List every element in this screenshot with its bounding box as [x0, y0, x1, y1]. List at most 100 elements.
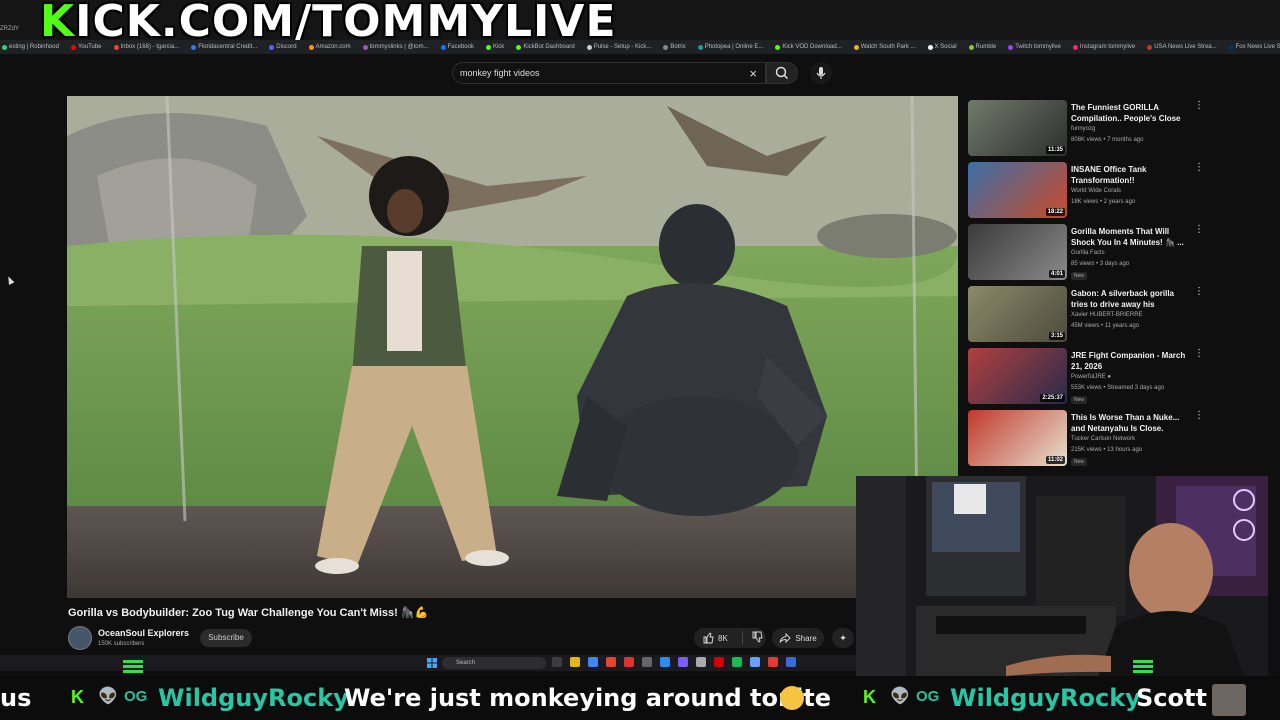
bookmark-item[interactable]: Watch South Park ...	[853, 44, 916, 50]
bookmark-favicon-icon	[308, 44, 314, 50]
video-thumbnail[interactable]: 11:35	[968, 100, 1067, 156]
recommended-title[interactable]: Gabon: A silverback gorilla tries to dri…	[1071, 288, 1189, 310]
bookmark-favicon-icon	[1008, 44, 1014, 50]
taskbar-app-icon[interactable]	[786, 657, 796, 667]
taskbar-app-icon[interactable]	[678, 657, 688, 667]
bookmark-item[interactable]: Kick	[485, 44, 504, 50]
bookmark-item[interactable]: Floridacentral Credit...	[191, 44, 257, 50]
recommended-channel[interactable]: PowerfulJRE ●	[1071, 374, 1111, 380]
video-thumbnail[interactable]: 4:01	[968, 224, 1067, 280]
close-icon[interactable]: ×	[749, 66, 757, 81]
taskbar-app-icon[interactable]	[606, 657, 616, 667]
recommended-video[interactable]: 4:01 Gorilla Moments That Will Shock You …	[968, 224, 1212, 286]
taskbar-app-icon[interactable]	[750, 657, 760, 667]
like-count: 8K	[718, 633, 728, 643]
bookmark-label: Floridacentral Credit...	[198, 44, 258, 50]
channel-avatar[interactable]	[68, 626, 92, 650]
recommended-title[interactable]: Gorilla Moments That Will Shock You In 4…	[1071, 226, 1189, 248]
taskbar-app-icon[interactable]	[588, 657, 598, 667]
bookmark-favicon-icon	[1228, 44, 1234, 50]
bookmark-label: Facebook	[447, 44, 474, 50]
chat-fragment: us	[0, 684, 32, 712]
voice-search-button[interactable]	[810, 62, 832, 84]
bookmark-item[interactable]: Botrix	[663, 44, 686, 50]
channel-name[interactable]: OceanSoul Explorers	[98, 628, 189, 638]
taskbar-app-icon[interactable]	[624, 657, 634, 667]
bookmark-favicon-icon	[586, 44, 592, 50]
bookmark-item[interactable]: USA News Live Strea...	[1147, 44, 1217, 50]
share-button[interactable]: Share	[772, 628, 824, 648]
new-badge: New	[1071, 396, 1088, 404]
search-input[interactable]: monkey fight videos ×	[452, 62, 766, 84]
thumbs-down-icon	[752, 631, 763, 643]
video-player[interactable]	[67, 96, 958, 598]
search-button[interactable]	[766, 62, 798, 84]
recommended-video[interactable]: 11:35 The Funniest GORILLA Compilation.. …	[968, 100, 1212, 162]
video-thumbnail[interactable]: 18:22	[968, 162, 1067, 218]
bookmark-item[interactable]: KickBot Dashboard	[516, 44, 575, 50]
search-query[interactable]: monkey fight videos	[460, 68, 540, 78]
more-options-icon[interactable]: ⋮	[1194, 100, 1204, 111]
sparkle-icon: ✦	[839, 633, 847, 643]
bookmark-item[interactable]: Pulse - Setup - Kick...	[586, 44, 651, 50]
more-options-icon[interactable]: ⋮	[1194, 348, 1204, 359]
recommended-title[interactable]: JRE Fight Companion - March 21, 2026	[1071, 350, 1189, 372]
bookmarks-bar: esting | Robinhood YouTube Inbox (168) - t…	[0, 40, 1280, 54]
bookmark-item[interactable]: esting | Robinhood	[2, 44, 59, 50]
recommended-title[interactable]: This Is Worse Than a Nuke... and Netanya…	[1071, 412, 1189, 434]
bookmark-item[interactable]: Discord	[269, 44, 297, 50]
windows-start-icon[interactable]	[426, 657, 438, 669]
taskbar-search[interactable]: Search	[442, 657, 546, 669]
more-options-icon[interactable]: ⋮	[1194, 162, 1204, 173]
bookmark-item[interactable]: Inbox (168) - tgarcia...	[113, 44, 179, 50]
video-title: Gorilla vs Bodybuilder: Zoo Tug War Chal…	[68, 607, 429, 619]
bookmark-favicon-icon	[516, 44, 522, 50]
bookmark-item[interactable]: Kick VOD Download...	[775, 44, 842, 50]
thumbs-up-icon	[703, 632, 714, 644]
recommended-channel[interactable]: World Wide Corals	[1071, 188, 1121, 194]
taskbar-app-icon[interactable]	[642, 657, 652, 667]
like-button[interactable]: 8K	[694, 632, 742, 644]
more-options-icon[interactable]: ⋮	[1194, 286, 1204, 297]
recommended-video[interactable]: 2:25:37 JRE Fight Companion - March 21, 2…	[968, 348, 1212, 410]
recommended-channel[interactable]: Gorilla Facts	[1071, 250, 1105, 256]
recommended-channel[interactable]: funnyozg	[1071, 126, 1095, 132]
ask-ai-button[interactable]: ✦	[832, 628, 854, 648]
subscribe-button[interactable]: Subscribe	[200, 629, 252, 647]
recommended-channel[interactable]: Xavier HUBERT-BRIERRE	[1071, 312, 1143, 318]
more-options-icon[interactable]: ⋮	[1194, 410, 1204, 421]
bookmark-item[interactable]: Rumble	[968, 44, 996, 50]
bookmark-item[interactable]: Fox News Live Strea...	[1228, 44, 1280, 50]
bookmark-item[interactable]: Amazon.com	[308, 44, 351, 50]
recommended-title[interactable]: INSANE Office Tank Transformation!!	[1071, 164, 1189, 186]
recommended-video[interactable]: 3:15 Gabon: A silverback gorilla tries to…	[968, 286, 1212, 348]
bookmark-item[interactable]: X Social	[927, 44, 957, 50]
bookmark-item[interactable]: Facebook	[440, 44, 474, 50]
recommended-channel[interactable]: Tucker Carlson Network	[1071, 436, 1135, 442]
bookmark-label: Twitch tommylive	[1015, 44, 1061, 50]
recommendations-list: 11:35 The Funniest GORILLA Compilation.. …	[968, 100, 1212, 472]
taskbar-app-icon[interactable]	[552, 657, 562, 667]
bookmark-item[interactable]: Photopea | Online E...	[697, 44, 763, 50]
taskbar-app-icon[interactable]	[570, 657, 580, 667]
recommended-title[interactable]: The Funniest GORILLA Compilation.. Peopl…	[1071, 102, 1189, 124]
taskbar-app-icon[interactable]	[732, 657, 742, 667]
taskbar-app-icon[interactable]	[660, 657, 670, 667]
bookmark-item[interactable]: Twitch tommylive	[1008, 44, 1061, 50]
bookmark-item[interactable]: tommyslinks | @tom...	[362, 44, 429, 50]
bookmark-favicon-icon	[775, 44, 781, 50]
bookmark-favicon-icon	[362, 44, 368, 50]
dislike-button[interactable]	[742, 631, 763, 645]
taskbar-app-icon[interactable]	[768, 657, 778, 667]
video-thumbnail[interactable]: 2:25:37	[968, 348, 1067, 404]
more-options-icon[interactable]: ⋮	[1194, 224, 1204, 235]
taskbar-app-icon[interactable]	[696, 657, 706, 667]
recommended-video[interactable]: 11:02 This Is Worse Than a Nuke... and Ne…	[968, 410, 1212, 472]
video-thumbnail[interactable]: 11:02	[968, 410, 1067, 466]
bookmark-item[interactable]: Instagram tommylive	[1072, 44, 1135, 50]
taskbar-app-icon[interactable]	[714, 657, 724, 667]
chat-message: We're just monkeying around tonite	[344, 684, 832, 712]
bookmark-item[interactable]: YouTube	[70, 44, 102, 50]
video-thumbnail[interactable]: 3:15	[968, 286, 1067, 342]
recommended-video[interactable]: 18:22 INSANE Office Tank Transformation!!…	[968, 162, 1212, 224]
